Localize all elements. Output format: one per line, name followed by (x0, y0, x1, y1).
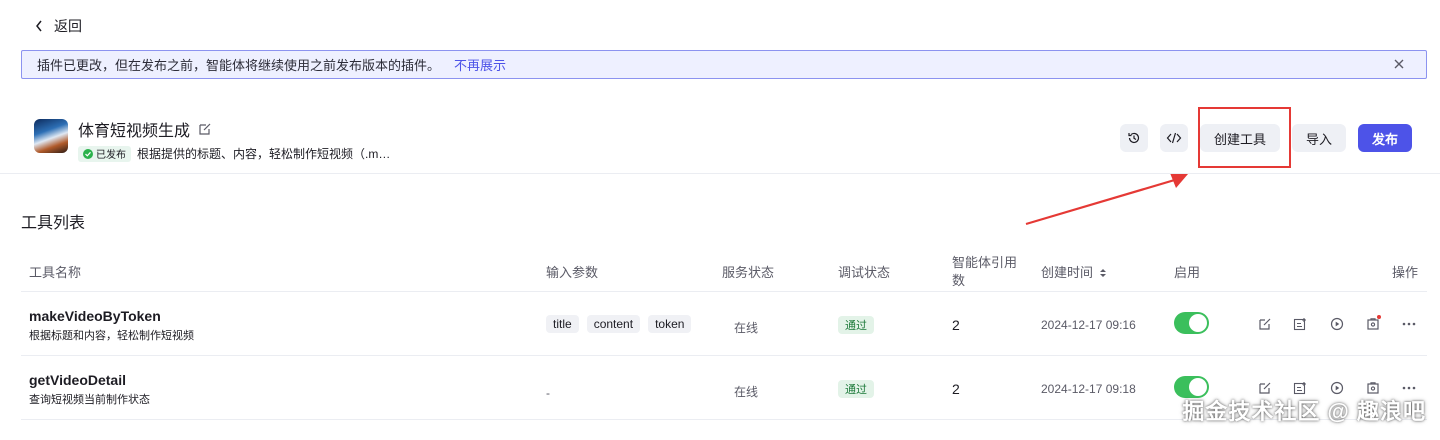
reference-count: 2 (952, 317, 960, 333)
code-icon (1166, 132, 1182, 144)
watermark: 掘金技术社区 @ 趣浪吧 (1182, 399, 1426, 424)
col-debug: 调试状态 (838, 265, 891, 280)
section-title: 工具列表 (21, 215, 86, 232)
sort-icon[interactable] (1099, 268, 1107, 278)
back-link[interactable]: 返回 (34, 16, 82, 36)
col-refs-line2: 数 (952, 273, 966, 288)
enable-toggle[interactable] (1174, 312, 1209, 334)
param-tag: title (546, 315, 579, 333)
chevron-left-icon (36, 20, 42, 32)
param-tag: content (586, 315, 641, 333)
col-name: 工具名称 (29, 265, 82, 280)
notice-banner: 插件已更改，但在发布之前，智能体将继续使用之前发布版本的插件。 不再展示 (21, 50, 1427, 79)
more-icon[interactable] (1400, 315, 1417, 332)
table-row: makeVideoByToken 根据标题和内容，轻松制作短视频 title c… (21, 292, 1427, 356)
plugin-description: 根据提供的标题、内容，轻松制作短视频（.m… (137, 147, 391, 161)
publish-button[interactable]: 发布 (1357, 124, 1412, 152)
edit-icon[interactable] (1256, 315, 1273, 332)
add-example-icon[interactable] (1292, 315, 1309, 332)
tool-description: 查询短视频当前制作状态 (29, 394, 150, 406)
reference-count: 2 (952, 381, 960, 397)
mock-set-icon[interactable] (1364, 315, 1381, 332)
col-refs-line1: 智能体引用 (952, 255, 1018, 270)
divider (0, 173, 1440, 174)
col-created-label: 创建时间 (1041, 265, 1094, 280)
col-params: 输入参数 (546, 265, 599, 280)
history-button[interactable] (1119, 124, 1148, 152)
debug-status-badge: 通过 (838, 316, 874, 334)
import-button[interactable]: 导入 (1291, 124, 1346, 152)
param-tags: title content token (546, 315, 692, 333)
created-time: 2024-12-17 09:16 (1041, 318, 1136, 332)
check-icon (83, 148, 93, 159)
annotation-arrow-icon (1025, 173, 1188, 226)
tool-name: makeVideoByToken (29, 308, 161, 324)
row-actions (1256, 315, 1417, 332)
col-service: 服务状态 (722, 265, 775, 280)
col-refs: 智能体引用 数 (952, 254, 1017, 290)
param-tag: token (648, 315, 692, 333)
status-badge: 已发布 (78, 145, 131, 162)
code-button[interactable] (1159, 124, 1188, 152)
service-status: 在线 (734, 385, 759, 399)
plugin-title: 体育短视频生成 (78, 123, 191, 140)
toolbar: 创建工具 导入 发布 (1119, 124, 1412, 152)
close-icon[interactable] (1392, 57, 1406, 71)
col-actions: 操作 (1392, 265, 1419, 280)
service-status: 在线 (734, 321, 759, 335)
history-icon (1128, 132, 1140, 144)
status-label: 已发布 (96, 150, 126, 161)
dont-show-again-link[interactable]: 不再展示 (454, 55, 506, 74)
col-created[interactable]: 创建时间 (1041, 262, 1107, 281)
edit-icon[interactable] (198, 122, 212, 136)
col-enabled: 启用 (1174, 265, 1201, 280)
created-time: 2024-12-17 09:18 (1041, 382, 1136, 396)
plugin-header: 体育短视频生成 已发布 根据提供的标题、内容，轻松制作短视频（.m… (34, 119, 390, 162)
plugin-avatar (34, 119, 68, 153)
debug-status-badge: 通过 (838, 380, 874, 398)
play-icon[interactable] (1328, 315, 1345, 332)
table-header: 工具名称 输入参数 服务状态 调试状态 智能体引用 数 创建时间 启用 操作 (21, 246, 1427, 292)
banner-text: 插件已更改，但在发布之前，智能体将继续使用之前发布版本的插件。 (37, 58, 441, 73)
back-label: 返回 (54, 18, 82, 34)
tool-description: 根据标题和内容，轻松制作短视频 (29, 330, 194, 342)
create-tool-button[interactable]: 创建工具 (1199, 124, 1280, 152)
tool-name: getVideoDetail (29, 372, 126, 388)
params-empty: - (546, 386, 550, 400)
